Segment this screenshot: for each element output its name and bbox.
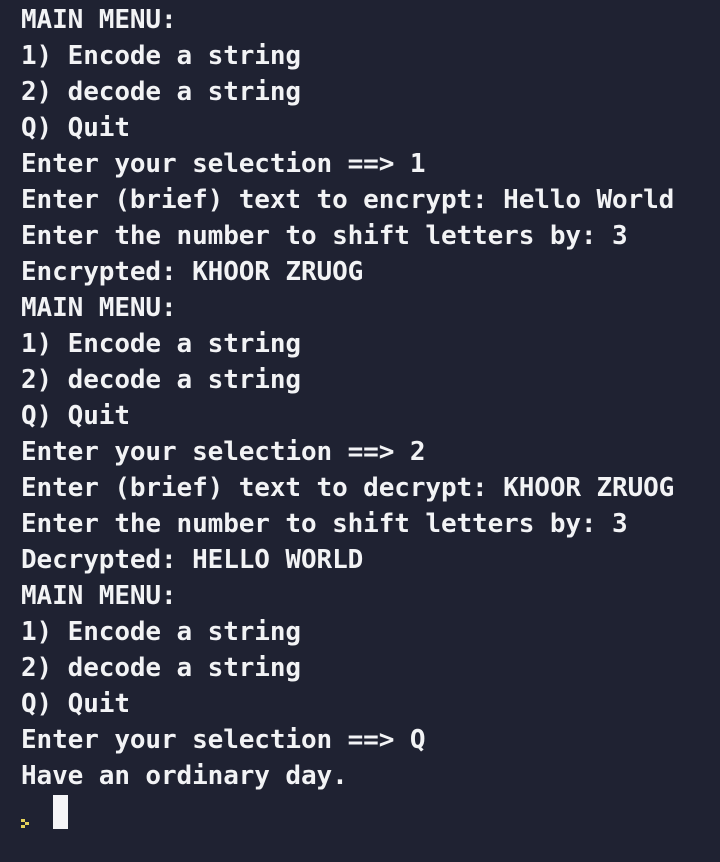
output-line: Enter your selection ==> Q (21, 725, 426, 755)
output-line: 2) decode a string (21, 365, 301, 395)
output-line: 1) Encode a string (21, 329, 301, 359)
output-line: 2) decode a string (21, 653, 301, 683)
output-line: Decrypted: HELLO WORLD (21, 545, 364, 575)
output-line: MAIN MENU: (21, 581, 177, 611)
output-line: Enter (brief) text to encrypt: Hello Wor… (21, 185, 675, 215)
output-line: Have an ordinary day. (21, 761, 348, 791)
output-line: Enter the number to shift letters by: 3 (21, 221, 628, 251)
output-line: MAIN MENU: (21, 5, 177, 35)
chevron-right-icon (21, 805, 33, 828)
output-line: Enter (brief) text to decrypt: KHOOR ZRU… (21, 473, 675, 503)
text-cursor[interactable] (53, 795, 68, 829)
output-line: Enter the number to shift letters by: 3 (21, 509, 628, 539)
output-line: Q) Quit (21, 113, 130, 143)
output-line: 1) Encode a string (21, 617, 301, 647)
command-prompt[interactable] (21, 794, 720, 830)
output-line: MAIN MENU: (21, 293, 177, 323)
terminal-window[interactable]: MAIN MENU: 1) Encode a string 2) decode … (0, 0, 720, 862)
output-line: Q) Quit (21, 401, 130, 431)
output-line: Enter your selection ==> 1 (21, 149, 426, 179)
output-line: Q) Quit (21, 689, 130, 719)
output-line: 2) decode a string (21, 77, 301, 107)
output-line: Encrypted: KHOOR ZRUOG (21, 257, 364, 287)
output-line: Enter your selection ==> 2 (21, 437, 426, 467)
output-line: 1) Encode a string (21, 41, 301, 71)
